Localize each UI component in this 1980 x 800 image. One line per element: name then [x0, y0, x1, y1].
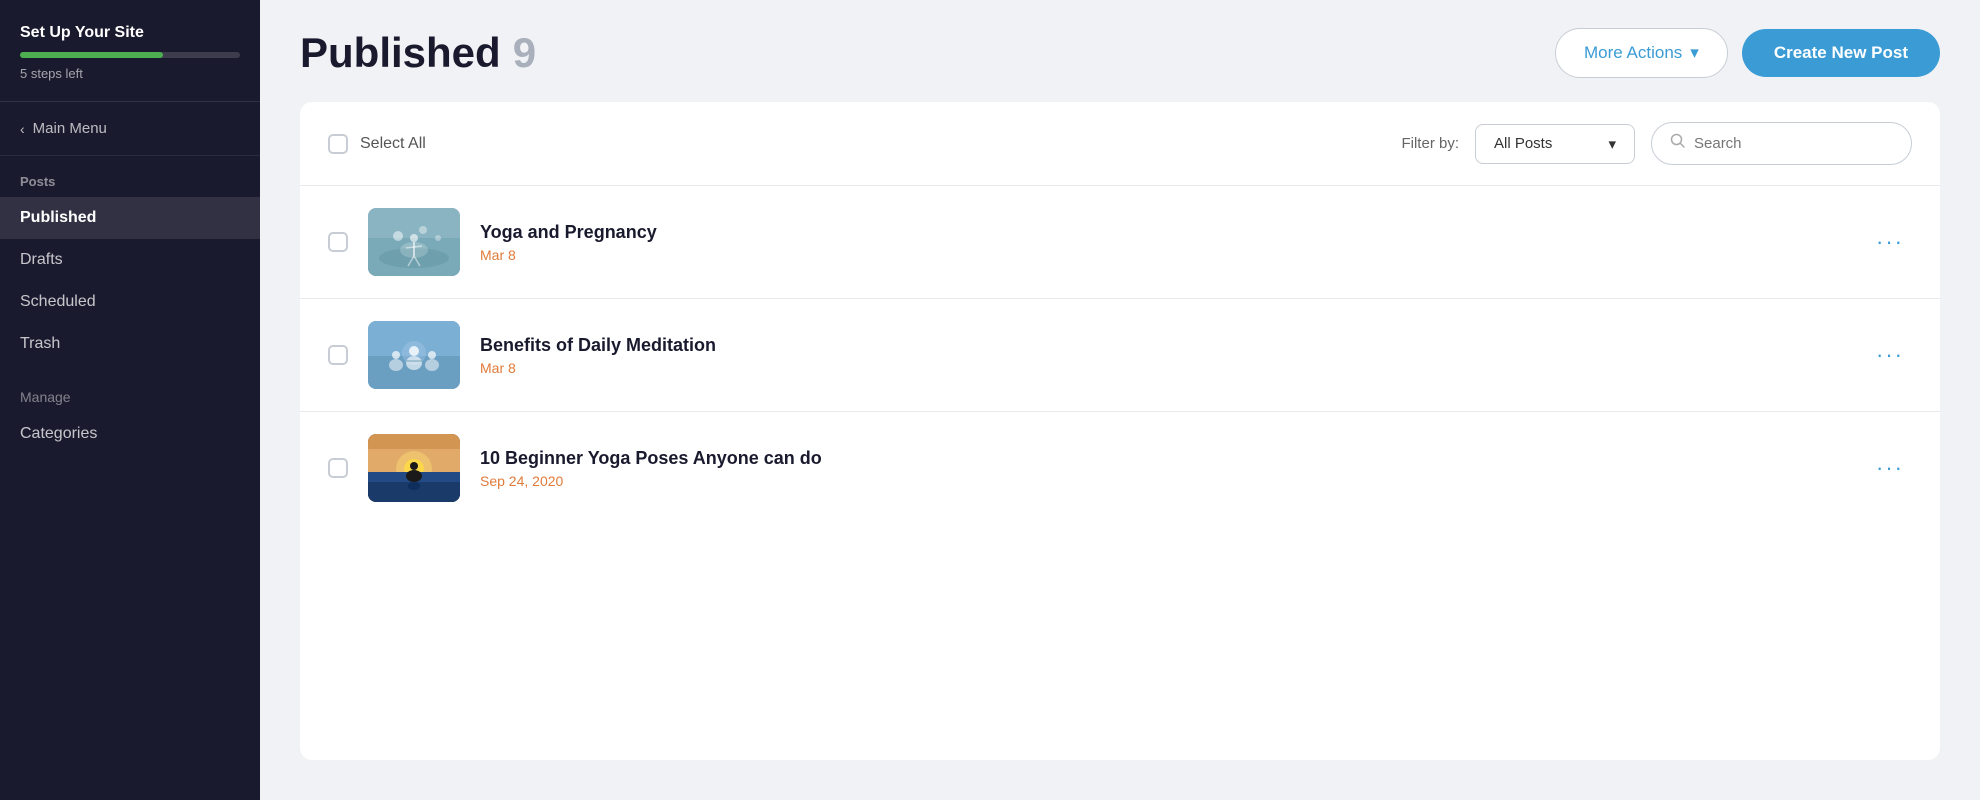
- setup-section: Set Up Your Site 5 steps left: [0, 0, 260, 102]
- thumb-inner-2: [368, 321, 460, 389]
- post-more-button-2[interactable]: ···: [1868, 338, 1912, 372]
- post-item: Benefits of Daily Meditation Mar 8 ···: [300, 299, 1940, 412]
- page-title-count: 9: [513, 29, 536, 77]
- select-all-label[interactable]: Select All: [360, 135, 426, 153]
- chevron-down-icon: ▾: [1690, 43, 1699, 63]
- post-item: 10 Beginner Yoga Poses Anyone can do Sep…: [300, 412, 1940, 524]
- post-thumbnail-1: [368, 208, 460, 276]
- progress-bar-bg: [20, 52, 240, 58]
- main-menu-link[interactable]: ‹ Main Menu: [0, 102, 260, 156]
- page-title: Published 9: [300, 29, 536, 77]
- sidebar-item-categories[interactable]: Categories: [0, 413, 260, 455]
- post-checkbox-2[interactable]: [328, 345, 348, 365]
- filter-select[interactable]: All Posts ▾: [1475, 124, 1635, 164]
- header: Published 9 More Actions ▾ Create New Po…: [260, 0, 1980, 102]
- filter-search-area: Filter by: All Posts ▾: [1401, 122, 1912, 165]
- post-thumbnail-2: [368, 321, 460, 389]
- post-more-button-1[interactable]: ···: [1868, 225, 1912, 259]
- page-title-text: Published: [300, 29, 501, 77]
- toolbar: Select All Filter by: All Posts ▾: [300, 102, 1940, 186]
- posts-section-label: Posts: [0, 156, 260, 197]
- progress-bar-fill: [20, 52, 163, 58]
- content-area: Select All Filter by: All Posts ▾: [300, 102, 1940, 760]
- main-content: Published 9 More Actions ▾ Create New Po…: [260, 0, 1980, 800]
- post-info-1: Yoga and Pregnancy Mar 8: [480, 222, 1848, 263]
- create-new-post-label: Create New Post: [1774, 43, 1908, 62]
- sidebar-item-published[interactable]: Published: [0, 197, 260, 239]
- post-list: Yoga and Pregnancy Mar 8 ···: [300, 186, 1940, 760]
- post-date-2: Mar 8: [480, 360, 1848, 376]
- post-checkbox-1[interactable]: [328, 232, 348, 252]
- post-info-3: 10 Beginner Yoga Poses Anyone can do Sep…: [480, 448, 1848, 489]
- filter-label: Filter by:: [1401, 135, 1459, 152]
- thumb-inner-3: [368, 434, 460, 502]
- post-date-1: Mar 8: [480, 247, 1848, 263]
- sidebar-item-trash[interactable]: Trash: [0, 323, 260, 365]
- more-actions-label: More Actions: [1584, 43, 1682, 63]
- sidebar-item-scheduled[interactable]: Scheduled: [0, 281, 260, 323]
- thumb-inner-1: [368, 208, 460, 276]
- search-box: [1651, 122, 1912, 165]
- post-title-2: Benefits of Daily Meditation: [480, 335, 1848, 356]
- post-more-button-3[interactable]: ···: [1868, 451, 1912, 485]
- post-checkbox-3[interactable]: [328, 458, 348, 478]
- chevron-left-icon: ‹: [20, 121, 25, 137]
- sidebar-item-drafts[interactable]: Drafts: [0, 239, 260, 281]
- post-info-2: Benefits of Daily Meditation Mar 8: [480, 335, 1848, 376]
- select-all-area: Select All: [328, 134, 426, 154]
- steps-left: 5 steps left: [20, 66, 240, 81]
- post-date-3: Sep 24, 2020: [480, 473, 1848, 489]
- filter-chevron-icon: ▾: [1608, 135, 1616, 153]
- post-item: Yoga and Pregnancy Mar 8 ···: [300, 186, 1940, 299]
- main-menu-label: Main Menu: [33, 120, 107, 137]
- select-all-checkbox[interactable]: [328, 134, 348, 154]
- filter-value: All Posts: [1494, 135, 1552, 152]
- post-thumbnail-3: [368, 434, 460, 502]
- post-title-3: 10 Beginner Yoga Poses Anyone can do: [480, 448, 1848, 469]
- post-title-1: Yoga and Pregnancy: [480, 222, 1848, 243]
- setup-title: Set Up Your Site: [20, 24, 240, 42]
- search-icon: [1670, 133, 1686, 154]
- sidebar: Set Up Your Site 5 steps left ‹ Main Men…: [0, 0, 260, 800]
- more-actions-button[interactable]: More Actions ▾: [1555, 28, 1728, 78]
- header-actions: More Actions ▾ Create New Post: [1555, 28, 1940, 78]
- manage-section-label: Manage: [0, 365, 260, 413]
- create-new-post-button[interactable]: Create New Post: [1742, 29, 1940, 77]
- search-input[interactable]: [1694, 135, 1893, 152]
